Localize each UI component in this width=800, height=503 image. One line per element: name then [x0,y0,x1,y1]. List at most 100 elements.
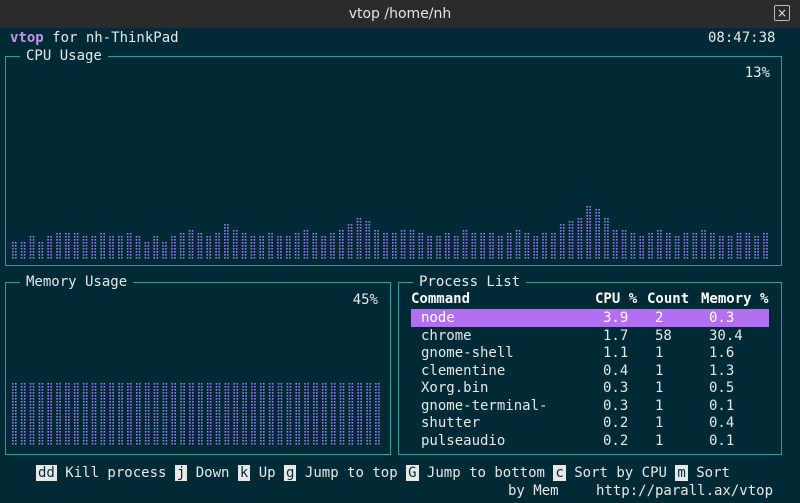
cpu-graph-column [224,224,229,259]
memory-graph-column [65,383,70,445]
memory-graph-column [286,383,292,445]
cpu-graph-column [277,236,282,259]
cpu-graph-column [118,236,123,259]
process-row[interactable]: pulseaudio 0.2 1 0.1 [411,432,769,450]
process-memory: 0.5 [709,380,735,396]
cpu-graph-column [727,236,733,259]
up-label: Up [250,465,285,481]
col-memory[interactable]: Memory % [701,291,768,307]
cpu-graph-column [445,233,450,259]
process-row[interactable]: gnome-shell 1.1 1 1.6 [411,344,769,362]
kill-label: Kill process [56,465,175,481]
memory-graph-column [171,383,176,445]
cpu-graph-column [710,233,715,259]
cpu-graph-column [409,230,415,259]
process-memory: 30.4 [709,327,743,344]
memory-usage-panel: Memory Usage 45% [5,273,391,455]
memory-graph-column [100,383,106,445]
cpu-graph-column [188,230,194,259]
cpu-graph-column [745,233,751,259]
memory-graph-column [251,383,256,445]
top-key: g [284,465,297,481]
process-memory: 1.3 [709,362,735,379]
cpu-graph-column [736,233,742,259]
sort-mem-label-cont: by Mem [508,483,559,499]
project-url[interactable]: http://parall.ax/vtop [596,483,773,499]
cpu-graph-column [462,230,468,259]
process-cpu: 0.3 [603,380,629,396]
memory-graph-column [29,383,35,445]
down-key: j [174,465,188,481]
cpu-graph-column [657,230,662,259]
cpu-graph-column [135,236,141,259]
cpu-graph-column [577,218,583,259]
memory-graph-column [189,383,194,445]
process-memory: 0.4 [709,415,735,431]
sort-cpu-label: Sort by CPU [565,465,676,481]
terminal-screen[interactable]: vtop for nh-ThinkPad 08:47:38 CPU Usage … [0,28,800,502]
cpu-graph-column [153,236,158,259]
memory-graph-column [109,383,114,445]
process-command: chrome [421,327,472,344]
process-row[interactable]: chrome 1.7 58 30.4 [411,327,769,345]
cpu-graph-column [595,209,600,259]
cpu-panel-title: CPU Usage [20,47,108,65]
col-cpu[interactable]: CPU % [595,291,637,307]
cpu-graph-column [374,230,379,259]
memory-graph-column [233,383,238,445]
process-cpu: 0.2 [603,432,629,449]
close-icon[interactable]: × [774,5,790,21]
cpu-graph-column [82,236,88,259]
process-memory: 1.6 [709,345,735,361]
cpu-graph-column [47,236,52,259]
process-row[interactable]: shutter 0.2 1 0.4 [411,414,769,432]
memory-graph-column [330,383,336,445]
process-command: clementine [421,362,506,379]
process-memory: 0.1 [709,432,735,449]
key-help-line-1: dd Kill process j Down k Up g Jump to to… [36,465,730,481]
memory-graph-column [74,383,79,445]
cpu-graph-column [506,233,512,259]
cpu-graph-column [321,236,326,259]
cpu-graph-column [303,230,309,259]
cpu-usage-panel: CPU Usage 13% [5,47,782,266]
process-command: shutter [421,415,481,431]
cpu-graph-column [418,233,424,259]
process-cpu: 0.4 [603,362,629,379]
cpu-graph-column [754,236,759,259]
cpu-graph-column [12,242,17,259]
process-row[interactable]: Xorg.bin 0.3 1 0.5 [411,379,769,397]
memory-graph-column [12,383,17,445]
cpu-graph-column [73,233,79,259]
app-header: vtop for nh-ThinkPad [10,30,179,46]
cpu-graph-column [719,236,724,259]
cpu-graph-column [683,233,689,259]
cpu-graph-column [56,233,61,259]
cpu-graph-column [621,230,627,259]
cpu-graph-column [480,233,485,259]
cpu-graph-column [427,236,432,259]
cpu-graph-column [639,236,644,259]
sort-cpu-key: c [553,465,566,481]
process-row[interactable]: clementine 0.4 1 1.3 [411,362,769,380]
col-count[interactable]: Count [647,291,689,307]
process-count: 1 [655,362,664,379]
cpu-graph-column [701,230,706,259]
col-command[interactable]: Command [411,291,470,307]
memory-graph-column [91,383,97,445]
memory-graph-column [295,383,300,445]
process-row[interactable]: node 3.9 2 0.3 [411,309,769,327]
cpu-graph-column [586,206,591,259]
process-cpu: 0.3 [603,397,629,414]
process-memory: 0.3 [709,310,735,326]
cpu-graph-column [383,233,388,259]
cpu-graph-column [347,224,353,259]
process-row[interactable]: gnome-terminal- 0.3 1 0.1 [411,397,769,415]
memory-graph-column [162,383,168,445]
cpu-graph-column [91,236,97,259]
process-cpu: 0.2 [603,415,629,431]
memory-graph-column [82,383,88,445]
bottom-label: Jump to bottom [418,465,554,481]
cpu-graph-column [20,242,26,259]
cpu-graph-column [286,236,291,259]
